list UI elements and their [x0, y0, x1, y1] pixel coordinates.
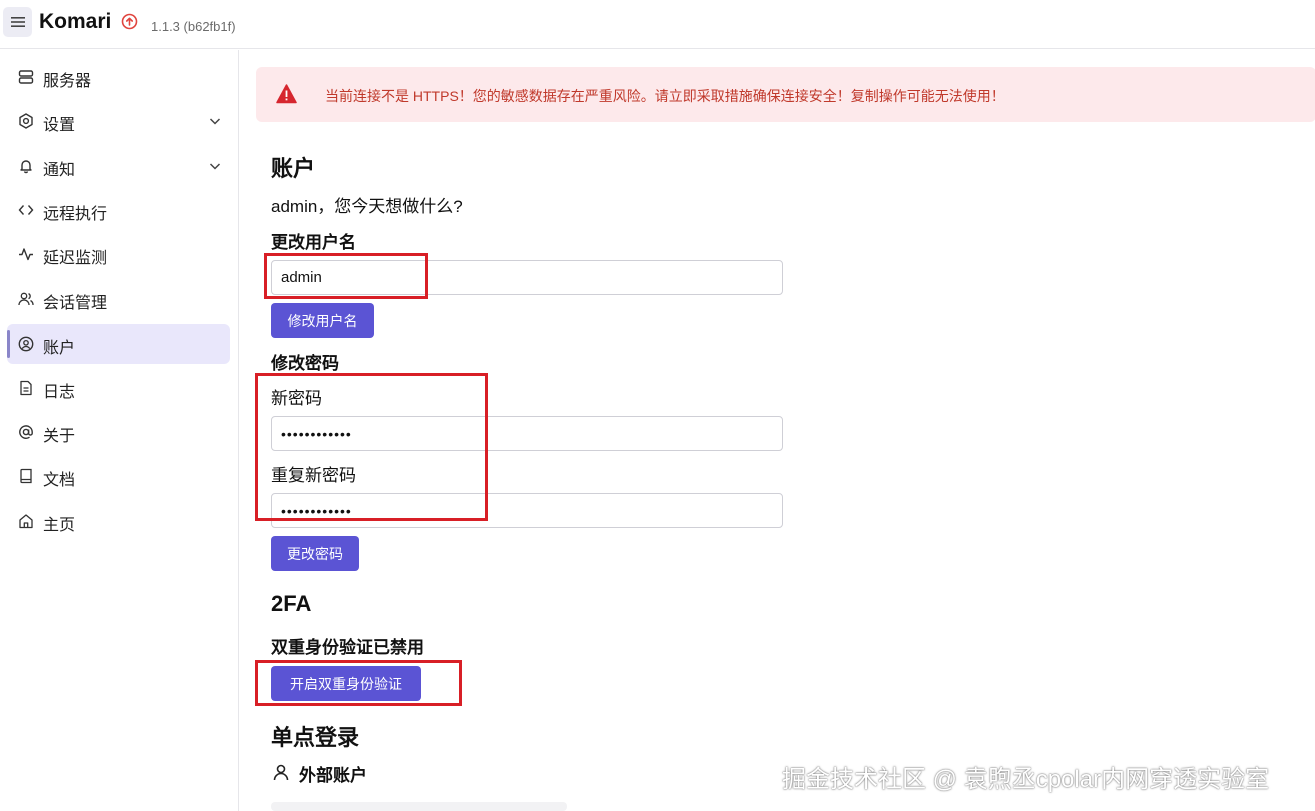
main-content: 当前连接不是 HTTPS！您的敏感数据存在严重风险。请立即采取措施确保连接安全！…	[240, 50, 1315, 811]
https-warning-alert: 当前连接不是 HTTPS！您的敏感数据存在严重风险。请立即采取措施确保连接安全！…	[256, 67, 1315, 122]
warning-triangle-icon	[276, 84, 297, 104]
external-accounts-heading: 外部账户	[299, 766, 367, 785]
sidebar-item-settings[interactable]: 设置	[7, 101, 230, 141]
sidebar-item-latency[interactable]: 延迟监测	[7, 234, 230, 274]
app-brand[interactable]: Komari	[39, 10, 111, 34]
sidebar-item-sessions[interactable]: 会话管理	[7, 279, 230, 319]
server-icon	[18, 70, 34, 84]
sidebar-item-label: 设置	[43, 117, 76, 134]
active-indicator	[7, 330, 10, 358]
change-username-heading: 更改用户名	[271, 233, 356, 252]
sidebar-item-remote-exec[interactable]: 远程执行	[7, 190, 230, 230]
users-icon	[18, 292, 34, 306]
sidebar: 服务器 设置 通知 远程执行 延迟监测 会话管理 账户 日志 关于 文档 主页	[0, 50, 239, 811]
code-icon	[18, 205, 34, 215]
user-icon	[273, 764, 289, 781]
sidebar-item-label: 主页	[43, 517, 76, 534]
twofa-status: 双重身份验证已禁用	[271, 638, 424, 657]
sidebar-item-label: 日志	[43, 384, 76, 401]
change-username-button[interactable]: 修改用户名	[271, 303, 374, 338]
annotation-box-username	[264, 253, 428, 299]
annotation-box-password	[255, 373, 488, 521]
twofa-title: 2FA	[271, 591, 312, 616]
top-header: Komari 1.1.3 (b62fb1f)	[0, 0, 1315, 49]
sidebar-item-label: 会话管理	[43, 295, 108, 312]
book-icon	[20, 468, 32, 484]
home-icon	[19, 514, 33, 529]
settings-icon	[19, 113, 33, 129]
sidebar-item-label: 账户	[43, 340, 76, 357]
sidebar-item-label: 服务器	[43, 73, 92, 90]
change-password-heading: 修改密码	[271, 354, 339, 373]
hamburger-icon	[10, 17, 25, 27]
user-circle-icon	[18, 336, 34, 352]
sidebar-item-about[interactable]: 关于	[7, 412, 230, 452]
activity-icon	[19, 248, 33, 261]
update-available-icon[interactable]	[121, 13, 138, 30]
sidebar-item-logs[interactable]: 日志	[7, 368, 230, 408]
at-sign-icon	[19, 425, 33, 439]
bell-icon	[20, 160, 32, 174]
sidebar-item-notifications[interactable]: 通知	[7, 146, 230, 186]
watermark-text: 掘金技术社区 @ 袁煦丞cpolar内网穿透实验室	[782, 766, 1270, 793]
account-title: 账户	[271, 156, 316, 181]
sidebar-item-docs[interactable]: 文档	[7, 456, 230, 496]
change-password-button[interactable]: 更改密码	[271, 536, 359, 571]
sidebar-item-label: 文档	[43, 472, 76, 489]
sidebar-item-home[interactable]: 主页	[7, 501, 230, 541]
sso-title: 单点登录	[271, 725, 360, 750]
chevron-down-icon	[209, 163, 221, 170]
sidebar-item-account[interactable]: 账户	[7, 324, 230, 364]
sidebar-toggle-button[interactable]	[3, 7, 32, 37]
external-accounts-list	[271, 802, 567, 811]
sidebar-item-servers[interactable]: 服务器	[7, 57, 230, 97]
file-text-icon	[20, 380, 32, 396]
sidebar-item-label: 延迟监测	[43, 250, 108, 267]
sidebar-item-label: 通知	[43, 162, 76, 179]
annotation-box-twofa	[255, 660, 462, 706]
sidebar-item-label: 关于	[43, 428, 76, 445]
account-greeting: admin，您今天想做什么?	[271, 197, 463, 216]
sidebar-item-label: 远程执行	[43, 206, 108, 223]
alert-message: 当前连接不是 HTTPS！您的敏感数据存在严重风险。请立即采取措施确保连接安全！…	[325, 88, 1005, 104]
chevron-down-icon	[209, 118, 221, 125]
app-version: 1.1.3 (b62fb1f)	[151, 19, 236, 34]
